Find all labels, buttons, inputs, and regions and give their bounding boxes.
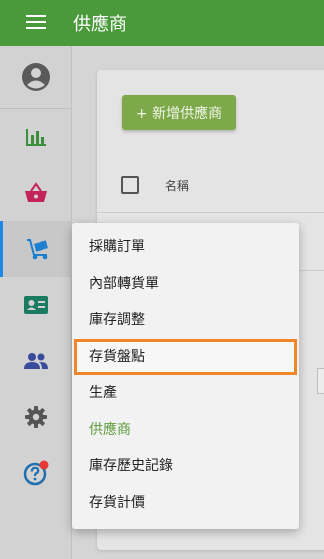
sidebar-item-inventory[interactable] [0,221,72,277]
menu-item-suppliers[interactable]: 供應商 [72,412,299,449]
contact-card-icon [24,296,48,314]
help-icon [23,460,49,486]
add-supplier-button[interactable]: + 新增供應商 [122,95,236,130]
bar-chart-icon [26,129,46,146]
menu-icon[interactable] [26,15,46,30]
column-header-name: 名稱 [165,179,190,193]
app-bar: 供應商 [0,0,324,46]
menu-item-inventory-history[interactable]: 庫存歷史記錄 [72,448,299,485]
sidebar-item-help[interactable] [0,445,72,501]
menu-item-stock-adjustments[interactable]: 庫存調整 [72,302,299,339]
sidebar-item-contacts[interactable] [0,277,72,333]
account-circle-icon [22,63,50,91]
inventory-submenu: 採購訂單 內部轉貨單 庫存調整 存貨盤點 生產 供應商 庫存歷史記錄 存貨計價 [72,223,299,529]
select-all-checkbox[interactable] [121,176,139,194]
sidebar-item-employees[interactable] [0,333,72,389]
sidebar-item-settings[interactable] [0,389,72,445]
menu-item-production[interactable]: 生產 [72,375,299,412]
sidebar-item-reports[interactable] [0,109,72,165]
page-title: 供應商 [73,14,127,35]
row-divider [97,212,324,213]
menu-item-purchase-orders[interactable]: 採購訂單 [72,229,299,266]
menu-item-inventory-counts[interactable]: 存貨盤點 [74,338,297,375]
settings-gear-icon [25,406,47,428]
pagination-page[interactable]: 1 [317,368,324,394]
avatar-section [0,46,72,109]
shopping-basket-icon [25,182,47,202]
menu-item-transfer-orders[interactable]: 內部轉貨單 [72,266,299,303]
account-button[interactable] [0,49,72,105]
people-icon [24,353,48,369]
sidebar-item-sales[interactable] [0,165,72,221]
dolly-icon [26,239,48,260]
menu-item-inventory-valuation[interactable]: 存貨計價 [72,485,299,522]
sidebar [0,46,72,559]
notification-badge [39,460,49,470]
